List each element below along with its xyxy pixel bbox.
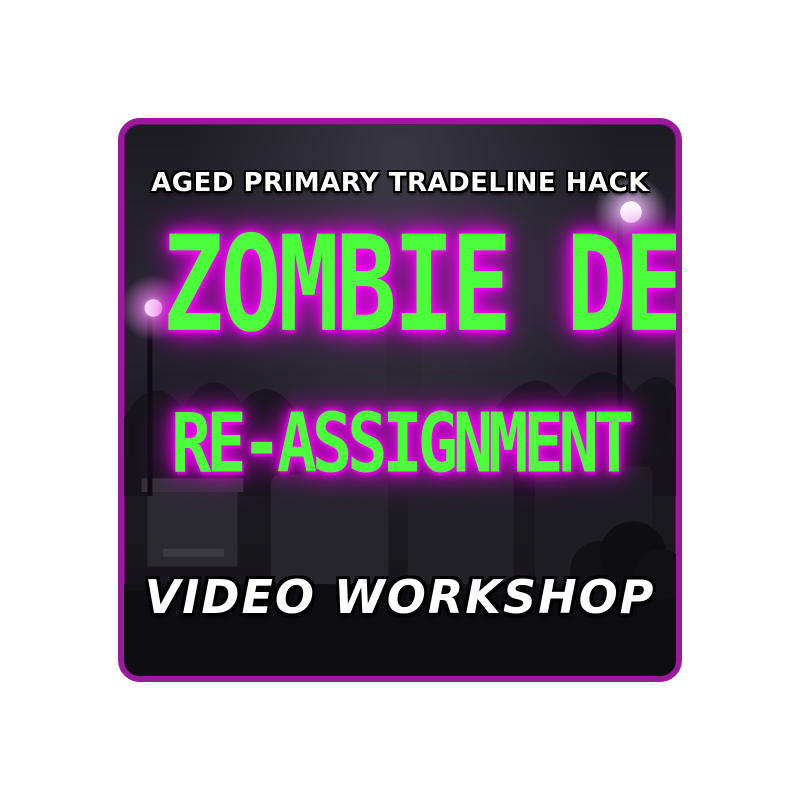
product-cover: AGED PRIMARY TRADELINE HACK ZOMBIE DEBT …	[118, 118, 682, 682]
tagline: AGED PRIMARY TRADELINE HACK	[151, 168, 649, 198]
footer-label: VIDEO WORKSHOP	[144, 570, 656, 624]
subheadline: RE-ASSIGNMENT	[171, 396, 634, 492]
headline: ZOMBIE DEBT	[162, 206, 682, 362]
tombstone-icon	[141, 478, 244, 567]
